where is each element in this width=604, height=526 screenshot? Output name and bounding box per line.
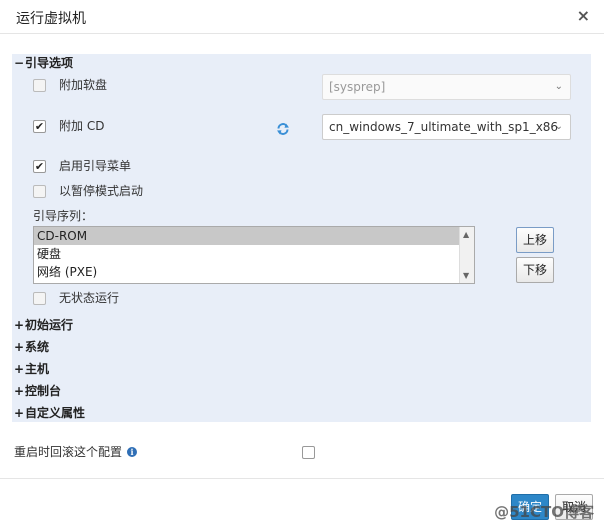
attach-floppy-row: 附加软盘 <box>33 76 107 94</box>
list-item[interactable]: 网络 (PXE) <box>34 263 474 281</box>
boot-menu-checkbox[interactable]: ✔ <box>33 159 46 173</box>
dialog-footer: 确定 取消 @51CTO博客 <box>0 478 604 526</box>
collapse-icon: − <box>14 56 25 70</box>
stateless-label: 无状态运行 <box>59 291 120 305</box>
watermark: @51CTO博客 <box>494 503 594 521</box>
info-icon[interactable]: i <box>127 447 138 457</box>
section-host[interactable]: +主机 <box>14 360 49 378</box>
scroll-up-icon[interactable]: ▲ <box>463 230 469 239</box>
refresh-icon[interactable] <box>276 122 290 136</box>
section-custom-properties[interactable]: +自定义属性 <box>14 404 85 422</box>
cd-select-value: cn_windows_7_ultimate_with_sp1_x86 <box>329 120 559 134</box>
stateless-checkbox[interactable] <box>33 291 46 305</box>
close-button[interactable]: × <box>577 6 590 25</box>
move-up-button[interactable]: 上移 <box>516 227 554 253</box>
attach-cd-checkbox[interactable]: ✔ <box>33 119 46 133</box>
attach-cd-label: 附加 CD <box>59 119 105 133</box>
boot-menu-row: ✔ 启用引导菜单 <box>33 157 131 175</box>
list-item[interactable]: 硬盘 <box>34 245 474 263</box>
attach-floppy-checkbox[interactable] <box>33 78 46 92</box>
section-label: 主机 <box>25 362 50 376</box>
cd-select[interactable]: cn_windows_7_ultimate_with_sp1_x86 ⌄ <box>322 114 571 140</box>
section-label: 自定义属性 <box>25 406 86 420</box>
section-console[interactable]: +控制台 <box>14 382 61 400</box>
section-system[interactable]: +系统 <box>14 338 49 356</box>
dialog-header: 运行虚拟机 × <box>0 0 604 34</box>
expand-icon: + <box>14 318 25 332</box>
expand-icon: + <box>14 384 25 398</box>
section-label: 系统 <box>25 340 50 354</box>
section-boot-options[interactable]: −引导选项 <box>14 54 73 72</box>
floppy-select-value: [sysprep] <box>329 80 386 94</box>
boot-sequence-list[interactable]: CD-ROM 硬盘 网络 (PXE) ▲ ▼ <box>33 226 475 284</box>
scroll-down-icon[interactable]: ▼ <box>463 271 469 280</box>
list-item[interactable]: CD-ROM <box>34 227 474 245</box>
expand-icon: + <box>14 406 25 420</box>
attach-floppy-label: 附加软盘 <box>59 78 108 92</box>
section-boot-options-label: 引导选项 <box>25 56 74 70</box>
scrollbar[interactable]: ▲ ▼ <box>459 227 474 283</box>
section-initial-run[interactable]: +初始运行 <box>14 316 73 334</box>
stateless-row: 无状态运行 <box>33 289 119 307</box>
floppy-select[interactable]: [sysprep] ⌄ <box>322 74 571 100</box>
rollback-label: 重启时回滚这个配置 <box>14 445 123 459</box>
section-label: 初始运行 <box>25 318 74 332</box>
expand-icon: + <box>14 362 25 376</box>
paused-mode-label: 以暂停模式启动 <box>59 184 144 198</box>
paused-mode-checkbox[interactable] <box>33 184 46 198</box>
chevron-down-icon: ⌄ <box>554 81 563 92</box>
expand-icon: + <box>14 340 25 354</box>
chevron-down-icon: ⌄ <box>554 121 563 132</box>
paused-mode-row: 以暂停模式启动 <box>33 182 143 200</box>
dialog-title: 运行虚拟机 <box>16 11 86 27</box>
boot-menu-label: 启用引导菜单 <box>59 159 132 173</box>
move-down-button[interactable]: 下移 <box>516 257 554 283</box>
section-label: 控制台 <box>25 384 62 398</box>
rollback-checkbox[interactable] <box>302 446 315 459</box>
boot-sequence-label: 引导序列： <box>33 209 94 223</box>
attach-cd-row: ✔ 附加 CD <box>33 117 104 135</box>
rollback-row: 重启时回滚这个配置 i <box>14 443 138 461</box>
